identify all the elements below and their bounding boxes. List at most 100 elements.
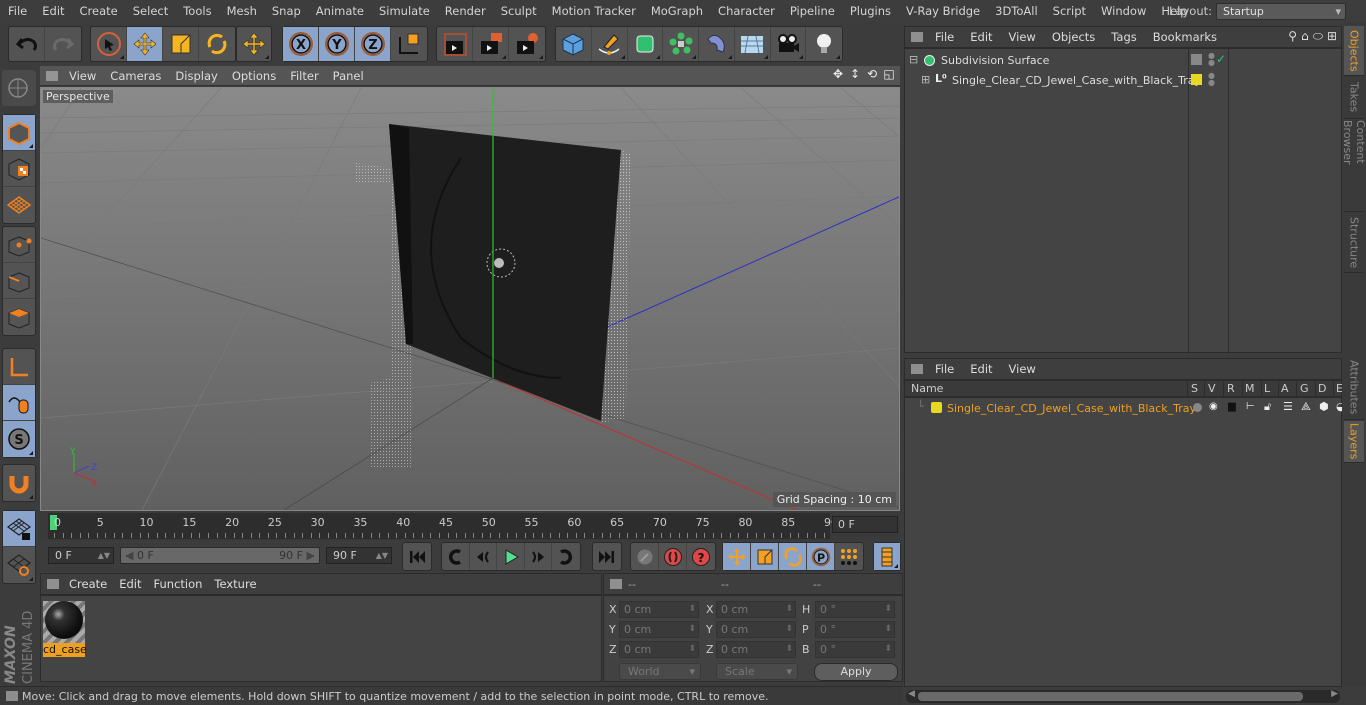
workplane-mode-button[interactable] [3, 187, 35, 223]
menu-mesh[interactable]: Mesh [219, 4, 264, 18]
tweak-mode-button[interactable] [3, 385, 35, 421]
next-frame-button[interactable] [525, 543, 553, 570]
layer-menu-edit[interactable]: Edit [962, 362, 1000, 376]
play-button[interactable] [497, 543, 525, 570]
material-swatch[interactable]: cd_case [43, 599, 87, 657]
rotation-h-field[interactable]: 0 ° [815, 601, 895, 618]
z-axis-button[interactable]: Z [355, 27, 391, 61]
floor-button[interactable] [735, 27, 771, 61]
live-selection-button[interactable] [91, 27, 127, 61]
vp-menu-view[interactable]: View [62, 69, 103, 83]
lock-icon[interactable]: 🔓︎ [1264, 400, 1271, 414]
column-name[interactable]: Name [911, 382, 943, 395]
layout-dropdown[interactable]: Startup [1216, 2, 1346, 20]
key-rotation-button[interactable] [779, 543, 807, 570]
cloner-button[interactable] [663, 27, 699, 61]
make-editable-button[interactable] [2, 70, 34, 106]
panel-grip-icon[interactable] [46, 70, 58, 81]
menu-file[interactable]: File [0, 4, 34, 18]
panel-grip-icon[interactable] [911, 364, 923, 374]
layer-color-swatch[interactable] [931, 402, 942, 413]
manager-tree-icon[interactable]: ⊢ [1246, 401, 1255, 412]
solo-mode-button[interactable]: S [3, 421, 35, 457]
vp-menu-panel[interactable]: Panel [326, 69, 371, 83]
solo-toggle-icon[interactable] [1193, 403, 1202, 412]
menu-character[interactable]: Character [710, 4, 782, 18]
planar-workplane-button[interactable] [3, 547, 35, 583]
timeline-window-button[interactable] [874, 543, 900, 570]
menu-render[interactable]: Render [437, 4, 493, 18]
position-y-field[interactable]: 0 cm [619, 621, 699, 638]
collapse-icon[interactable]: ⊟ [909, 53, 918, 66]
size-mode-dropdown[interactable]: Scale [716, 663, 798, 680]
scrollbar-thumb[interactable] [918, 692, 1303, 701]
obj-menu-tags[interactable]: Tags [1103, 30, 1144, 44]
layer-name[interactable]: Single_Clear_CD_Jewel_Case_with_Black_Tr… [947, 402, 1196, 415]
pan-icon[interactable]: ✥ [831, 67, 845, 81]
coordinate-space-dropdown[interactable]: World [619, 663, 701, 680]
scroll-left-icon[interactable]: ◀ [908, 689, 915, 699]
column-solo[interactable]: S [1191, 382, 1198, 395]
menu-edit[interactable]: Edit [34, 4, 71, 18]
object-name[interactable]: Single_Clear_CD_Jewel_Case_with_Black_Tr… [952, 74, 1201, 87]
menu-select[interactable]: Select [125, 4, 175, 18]
layer-color-icon[interactable] [1191, 74, 1202, 85]
camera-label[interactable]: Perspective [43, 90, 113, 103]
key-point-level-button[interactable] [835, 543, 863, 570]
cube-button[interactable] [556, 27, 592, 61]
orbit-icon[interactable]: ⟲ [865, 67, 879, 81]
key-position-button[interactable] [723, 543, 751, 570]
panel-grip-icon[interactable] [911, 32, 923, 42]
position-z-field[interactable]: 0 cm [619, 641, 699, 658]
menu-animate[interactable]: Animate [308, 4, 371, 18]
lock-workplane-button[interactable] [3, 511, 35, 547]
column-render[interactable]: R [1227, 382, 1235, 395]
edges-mode-button[interactable] [3, 263, 35, 299]
frame-range-slider[interactable]: ◀ 0 F 90 F ▶ [120, 547, 320, 564]
panel-grip-icon[interactable] [610, 579, 622, 589]
render-settings-button[interactable] [509, 27, 545, 61]
move-button[interactable] [127, 27, 163, 61]
menu-pipeline[interactable]: Pipeline [782, 4, 842, 18]
vp-menu-cameras[interactable]: Cameras [103, 69, 168, 83]
next-key-button[interactable] [552, 543, 580, 570]
mat-menu-create[interactable]: Create [63, 577, 113, 591]
mat-menu-texture[interactable]: Texture [208, 577, 262, 591]
panel-grip-icon[interactable] [47, 579, 59, 589]
tab-layers[interactable]: Layers [1344, 421, 1364, 463]
vp-menu-filter[interactable]: Filter [283, 69, 325, 83]
obj-menu-objects[interactable]: Objects [1044, 30, 1103, 44]
3d-viewport[interactable]: Y Z X Perspective Grid Spacing : 10 cm [40, 87, 900, 511]
tab-content-browser[interactable]: Content Browser [1341, 120, 1366, 212]
column-locked[interactable]: L [1264, 382, 1270, 395]
menu-motion-tracker[interactable]: Motion Tracker [544, 4, 643, 18]
previous-frame-button[interactable] [470, 543, 498, 570]
rotation-b-field[interactable]: 0 ° [815, 641, 895, 658]
menu-plugins[interactable]: Plugins [842, 4, 898, 18]
column-animation[interactable]: A [1281, 382, 1289, 395]
layer-horizontal-scrollbar[interactable]: ◀ ▶ [906, 689, 1340, 703]
mat-menu-function[interactable]: Function [148, 577, 209, 591]
autokey-button[interactable] [659, 543, 687, 570]
obj-menu-view[interactable]: View [1001, 30, 1044, 44]
menu-simulate[interactable]: Simulate [371, 4, 437, 18]
keyframe-selection-button[interactable]: ? [687, 543, 715, 570]
mat-menu-edit[interactable]: Edit [113, 577, 147, 591]
render-clapper-icon[interactable]: ▆ [1228, 401, 1236, 412]
home-icon[interactable]: ⌂ [1301, 29, 1309, 44]
tab-objects[interactable]: Objects [1344, 26, 1364, 76]
deformers-icon[interactable]: ⬢ [1319, 400, 1329, 413]
current-frame-field[interactable]: 0 F [832, 516, 898, 533]
search-icon[interactable]: ⚲ [1288, 29, 1297, 44]
tab-takes[interactable]: Takes [1344, 77, 1364, 119]
key-scale-button[interactable] [751, 543, 779, 570]
deformer-button[interactable] [699, 27, 735, 61]
pen-button[interactable] [592, 27, 628, 61]
rotation-p-field[interactable]: 0 ° [815, 621, 895, 638]
menu-window[interactable]: Window [1093, 4, 1153, 18]
layer-row[interactable]: └ Single_Clear_CD_Jewel_Case_with_Black_… [905, 399, 1346, 419]
camera-button[interactable] [771, 27, 807, 61]
menu-mograph[interactable]: MoGraph [643, 4, 710, 18]
rotate-button[interactable] [199, 27, 235, 61]
range-right-arrow-icon[interactable]: ▶ [307, 548, 315, 563]
